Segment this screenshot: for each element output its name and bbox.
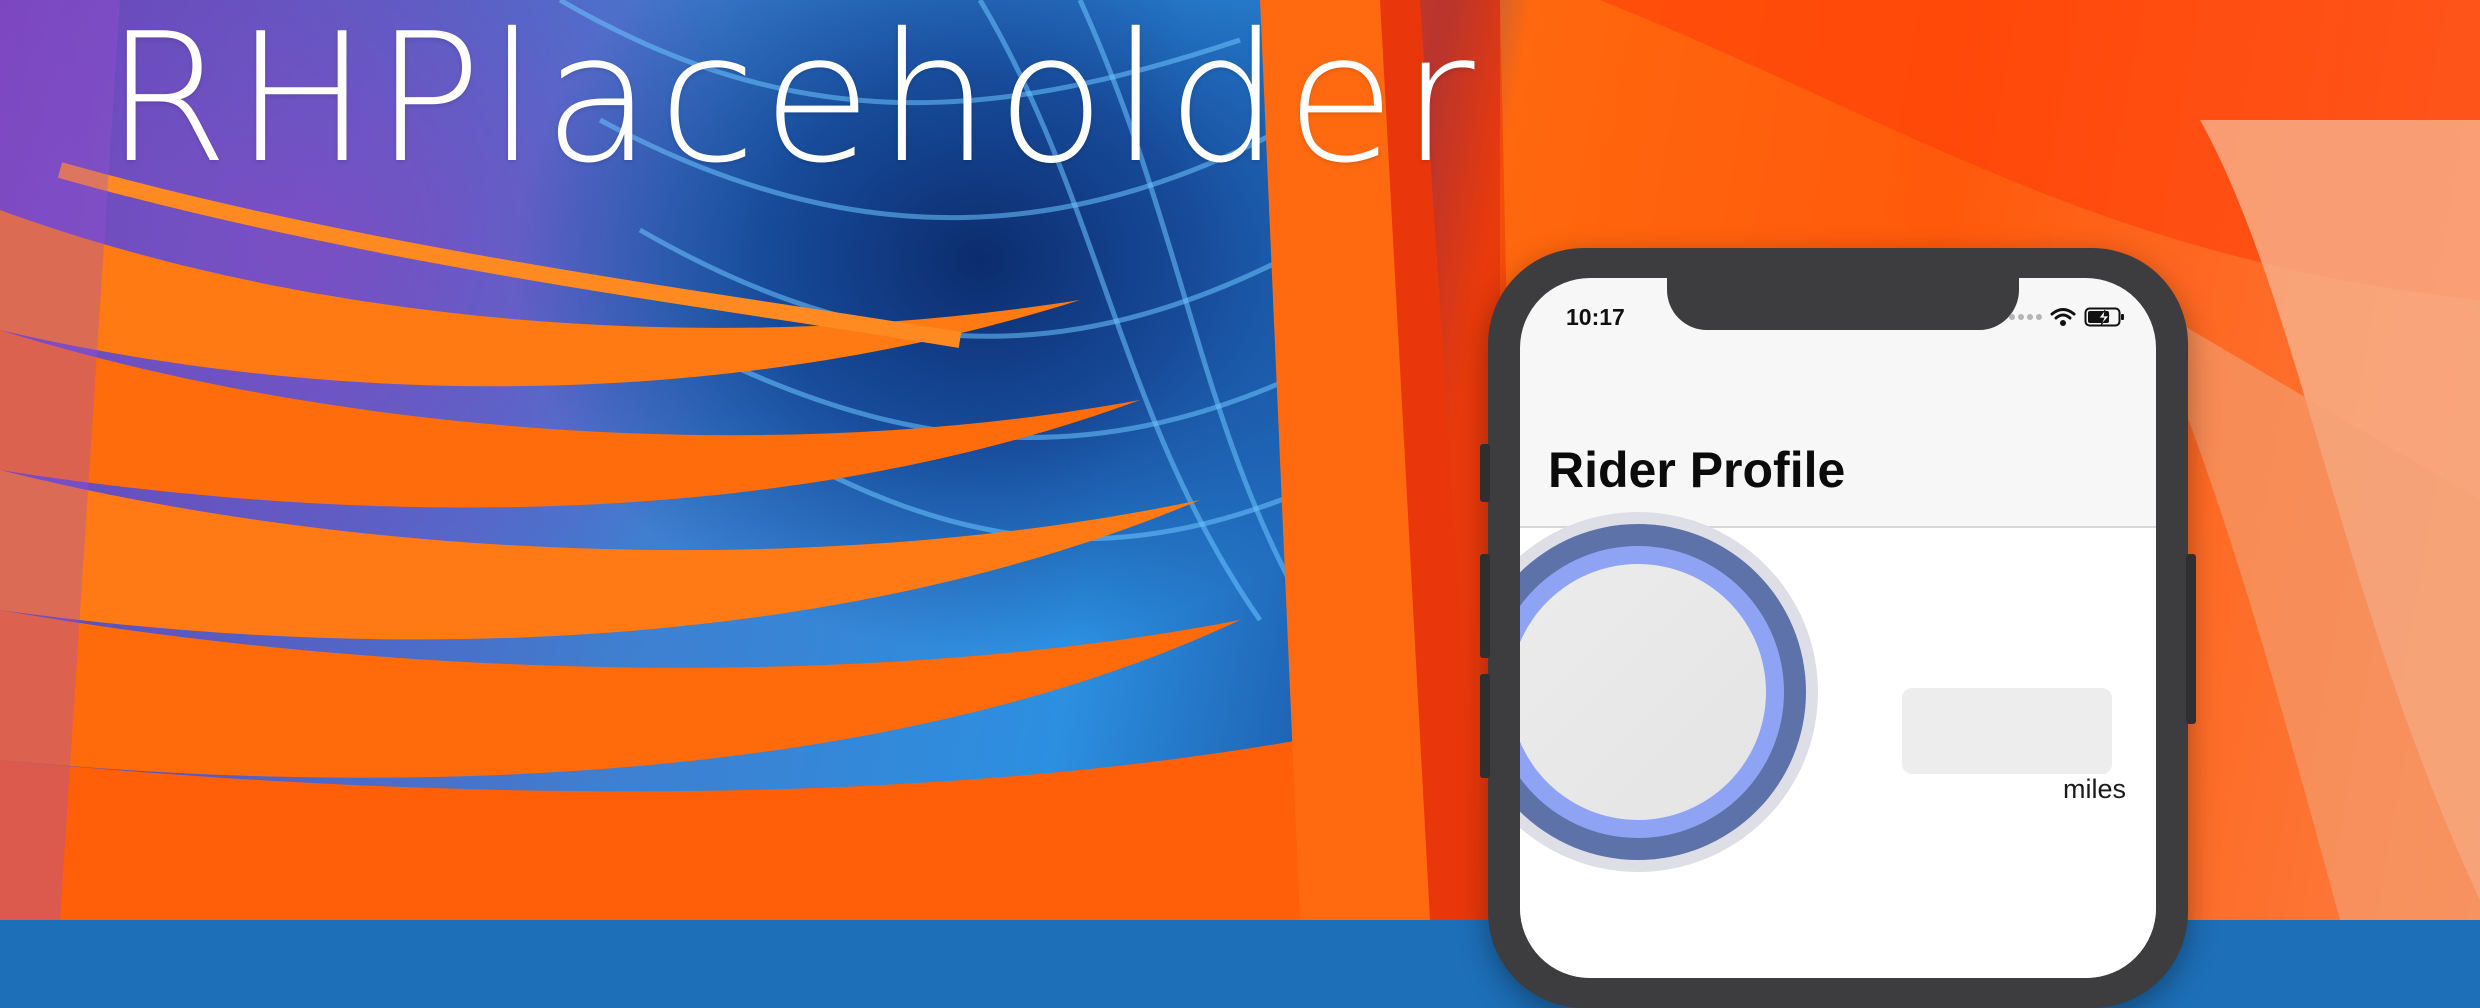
phone-mockup: 10:17 Rider Profile miles bbox=[1480, 248, 2196, 1008]
page-title: Rider Profile bbox=[1548, 442, 1846, 498]
power-button bbox=[2186, 554, 2196, 724]
volume-up-button bbox=[1480, 554, 1490, 658]
miles-value-placeholder bbox=[1902, 688, 2112, 774]
avatar-outer-halo bbox=[1520, 512, 1818, 872]
status-icons bbox=[2009, 306, 2126, 328]
profile-content: miles bbox=[1520, 512, 2156, 978]
miles-unit-label: miles bbox=[2062, 774, 2126, 804]
avatar-ring-light bbox=[1520, 546, 1784, 838]
banner-title: RHPlaceholder bbox=[105, 0, 1481, 202]
avatar-ring-dark bbox=[1520, 524, 1806, 860]
phone-screen: 10:17 Rider Profile miles bbox=[1520, 278, 2156, 978]
volume-down-button bbox=[1480, 674, 1490, 778]
signal-dots-icon bbox=[2009, 314, 2042, 320]
avatar[interactable] bbox=[1520, 564, 1766, 820]
silent-switch bbox=[1480, 444, 1490, 502]
status-time: 10:17 bbox=[1566, 304, 1625, 330]
phone-notch bbox=[1667, 278, 2019, 330]
wifi-icon bbox=[2050, 308, 2076, 326]
battery-charging-icon bbox=[2084, 307, 2124, 327]
